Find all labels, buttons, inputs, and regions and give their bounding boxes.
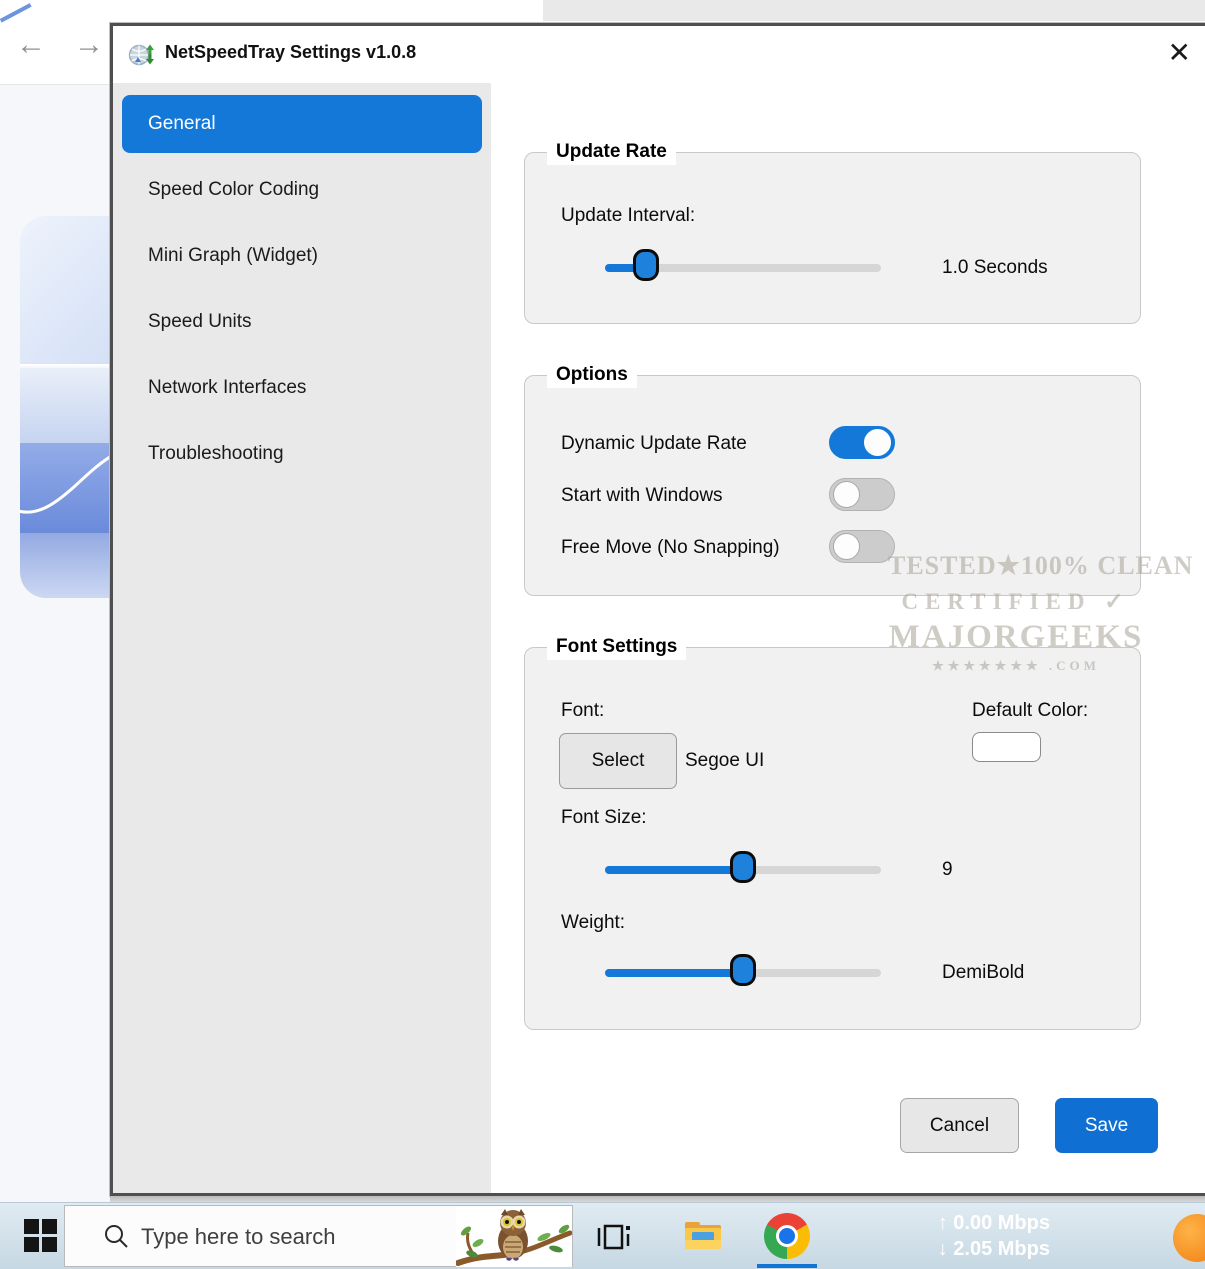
font-settings-group: Font Settings Font: Default Color: Selec… <box>524 647 1141 1030</box>
page-decoration <box>0 0 32 23</box>
current-font-name: Segoe UI <box>685 750 764 772</box>
forward-arrow-button[interactable]: → <box>74 30 104 60</box>
free-move-label: Free Move (No Snapping) <box>561 537 780 559</box>
dynamic-update-rate-toggle[interactable] <box>829 426 895 459</box>
sidebar-item-troubleshooting[interactable]: Troubleshooting <box>122 425 482 483</box>
options-group: Options Dynamic Update Rate Start with W… <box>524 375 1141 596</box>
slider-handle[interactable] <box>730 954 756 986</box>
webpage-graph-image <box>20 216 113 598</box>
search-input[interactable] <box>141 1218 421 1256</box>
sidebar: General Speed Color Coding Mini Graph (W… <box>113 83 491 1193</box>
start-with-windows-toggle[interactable] <box>829 478 895 511</box>
default-color-swatch[interactable] <box>972 732 1041 762</box>
toggle-knob <box>864 429 891 456</box>
font-size-label: Font Size: <box>561 807 647 829</box>
back-arrow-button[interactable]: ← <box>16 30 46 60</box>
update-interval-label: Update Interval: <box>561 205 695 227</box>
start-button[interactable] <box>24 1219 58 1253</box>
file-explorer-icon[interactable] <box>684 1219 722 1251</box>
weight-label: Weight: <box>561 912 625 934</box>
sidebar-item-mini-graph[interactable]: Mini Graph (Widget) <box>122 227 482 285</box>
cancel-button[interactable]: Cancel <box>900 1098 1019 1153</box>
slider-handle[interactable] <box>633 249 659 281</box>
font-label: Font: <box>561 700 604 722</box>
active-app-indicator <box>757 1264 817 1268</box>
taskbar: ↑ 0.00 Mbps ↓ 2.05 Mbps <box>0 1202 1205 1269</box>
net-speed-tray-widget[interactable]: ↑ 0.00 Mbps ↓ 2.05 Mbps <box>905 1210 1050 1262</box>
sidebar-item-speed-color-coding[interactable]: Speed Color Coding <box>122 161 482 219</box>
search-icon <box>103 1223 130 1250</box>
slider-handle[interactable] <box>730 851 756 883</box>
sidebar-item-general[interactable]: General <box>122 95 482 153</box>
weight-value: DemiBold <box>942 962 1024 984</box>
start-with-windows-label: Start with Windows <box>561 485 723 507</box>
settings-dialog: NetSpeedTray Settings v1.0.8 ✕ General S… <box>110 23 1205 1196</box>
save-button[interactable]: Save <box>1055 1098 1158 1153</box>
settings-content: Update Rate Update Interval: 1.0 Seconds… <box>491 83 1205 1193</box>
dialog-titlebar[interactable]: NetSpeedTray Settings v1.0.8 ✕ <box>113 26 1205 83</box>
taskbar-search-box[interactable] <box>64 1205 573 1267</box>
font-select-button[interactable]: Select <box>559 733 677 789</box>
browser-tab-strip <box>543 0 1205 21</box>
font-size-slider[interactable] <box>605 866 881 874</box>
weight-slider[interactable] <box>605 969 881 977</box>
upload-speed: ↑ 0.00 Mbps <box>905 1210 1050 1236</box>
group-title: Options <box>547 362 637 388</box>
group-title: Update Rate <box>547 139 676 165</box>
update-rate-group: Update Rate Update Interval: 1.0 Seconds <box>524 152 1141 324</box>
toggle-knob <box>833 481 860 508</box>
sidebar-item-speed-units[interactable]: Speed Units <box>122 293 482 351</box>
dynamic-update-rate-label: Dynamic Update Rate <box>561 433 747 455</box>
tray-orange-icon[interactable] <box>1173 1214 1205 1262</box>
windows-logo-icon <box>24 1219 39 1234</box>
task-view-icon[interactable] <box>596 1222 632 1252</box>
dialog-title: NetSpeedTray Settings v1.0.8 <box>165 42 416 63</box>
update-interval-value: 1.0 Seconds <box>942 257 1048 279</box>
download-speed: ↓ 2.05 Mbps <box>905 1236 1050 1262</box>
sidebar-item-network-interfaces[interactable]: Network Interfaces <box>122 359 482 417</box>
default-color-label: Default Color: <box>972 700 1088 722</box>
owl-image[interactable] <box>456 1207 572 1267</box>
toggle-knob <box>833 533 860 560</box>
free-move-toggle[interactable] <box>829 530 895 563</box>
app-icon <box>128 41 155 68</box>
group-title: Font Settings <box>547 634 686 660</box>
webpage-background <box>0 86 112 1202</box>
font-size-value: 9 <box>942 859 953 881</box>
close-icon[interactable]: ✕ <box>1168 36 1191 70</box>
update-interval-slider[interactable] <box>605 264 881 272</box>
graph-curve <box>20 416 113 546</box>
chrome-icon[interactable] <box>764 1213 810 1259</box>
